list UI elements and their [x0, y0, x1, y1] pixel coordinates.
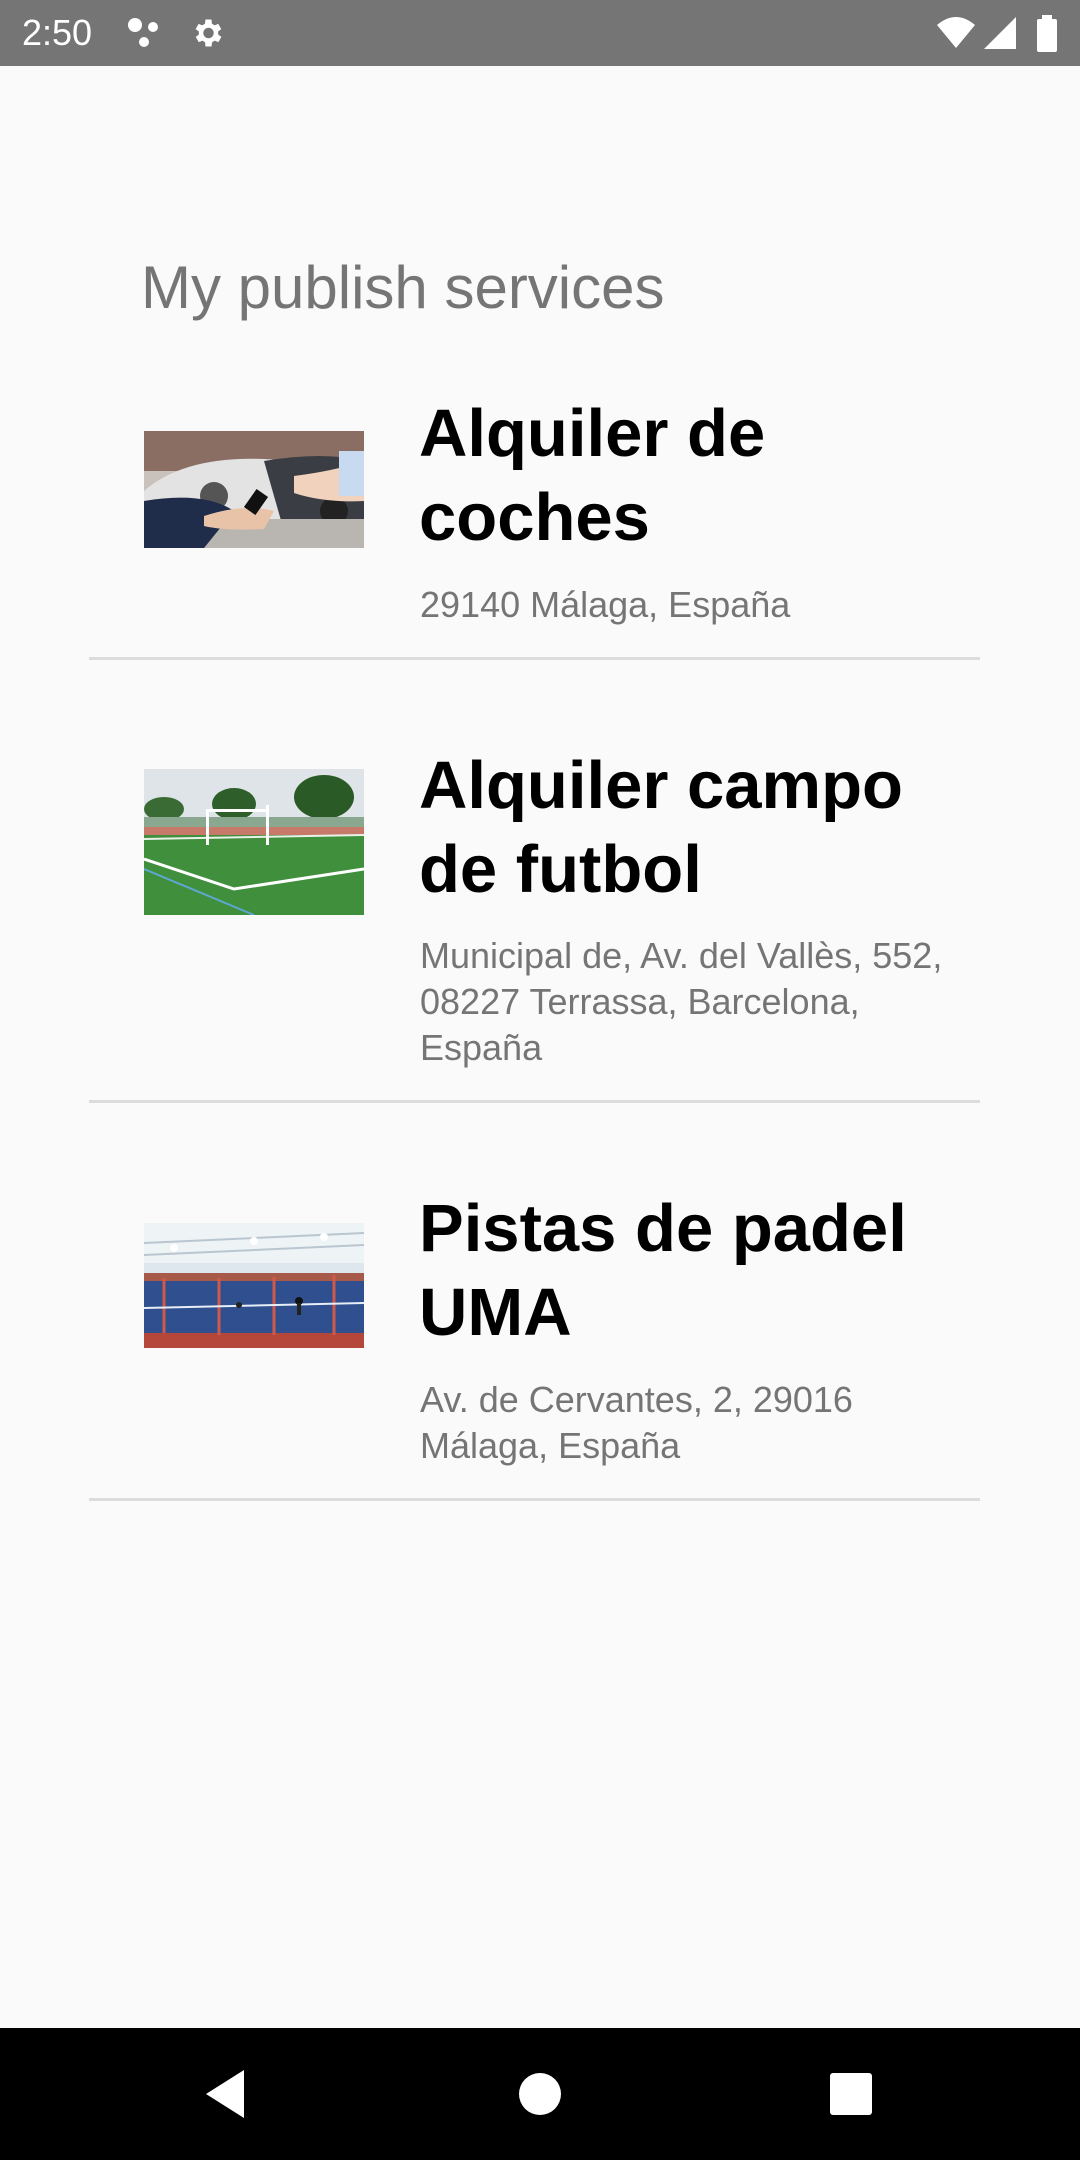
page-title: My publish services: [141, 254, 665, 321]
back-icon[interactable]: [188, 2056, 264, 2132]
service-image: [144, 1223, 364, 1348]
dots-icon: [126, 15, 164, 51]
service-name: Pistas de padel UMA: [419, 1191, 907, 1350]
recents-icon[interactable]: [813, 2056, 889, 2132]
service-name: Alquiler de coches: [419, 396, 766, 555]
screen: 2:50 My publish services Alquiler de coc…: [0, 0, 1080, 2160]
divider: [89, 1498, 980, 1501]
gear-icon: [188, 15, 226, 51]
battery-icon: [1036, 15, 1058, 52]
football-field-photo: [144, 769, 364, 915]
signal-icon: [982, 15, 1020, 51]
service-address: Municipal de, Av. del Vallès, 552, 08227…: [420, 935, 943, 1068]
status-bar: 2:50: [0, 0, 1080, 66]
service-name: Alquiler campo de futbol: [419, 748, 903, 907]
wifi-icon: [936, 15, 975, 51]
home-icon[interactable]: [502, 2056, 578, 2132]
padel-courts-photo: [144, 1223, 364, 1348]
divider: [89, 657, 980, 660]
service-address: Av. de Cervantes, 2, 29016 Málaga, Españ…: [420, 1379, 853, 1466]
nav-bar: [0, 2028, 1080, 2160]
car-keys-photo: [144, 431, 364, 548]
status-time: 2:50: [22, 12, 93, 53]
service-image: [144, 431, 364, 548]
service-address: 29140 Málaga, España: [420, 584, 791, 625]
service-image: [144, 769, 364, 915]
divider: [89, 1100, 980, 1103]
